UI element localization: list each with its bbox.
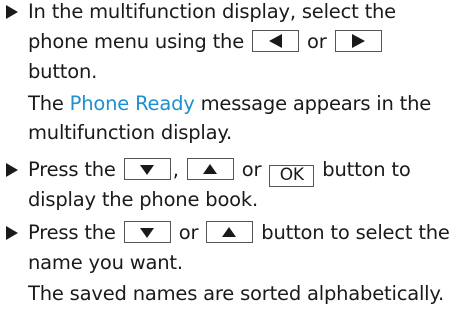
down-arrow-key-icon [123, 221, 171, 243]
instruction-page: In the multifunction display, select the… [0, 0, 463, 311]
bullet-triangle-icon [6, 5, 18, 19]
step-1-result-line-1: The Phone Ready message appears in the [28, 92, 431, 116]
step-text: display the phone book. [28, 188, 258, 211]
down-arrow-key-icon [123, 158, 171, 180]
step-text: or [241, 158, 262, 181]
step-2-line-1: Press the , or OK button to [28, 158, 411, 187]
step-text: In the multifunction display, select the [28, 0, 396, 23]
bullet-triangle-icon [6, 163, 18, 177]
result-text: The saved names are sorted alphabeticall… [28, 282, 444, 305]
step-text: or [307, 30, 327, 53]
right-arrow-key-icon [334, 30, 382, 52]
step-text: Press the [28, 158, 116, 181]
up-arrow-key-icon [186, 158, 234, 180]
step-text: phone menu using the [28, 30, 245, 53]
step-text: Press the [28, 221, 116, 244]
ok-key-icon: OK [269, 165, 315, 187]
display-message: Phone Ready [69, 92, 195, 115]
result-text: The [28, 92, 64, 115]
step-3-result-line-1: The saved names are sorted alphabeticall… [28, 282, 444, 306]
step-text: button. [28, 60, 98, 83]
step-text: or [178, 221, 199, 244]
left-arrow-key-icon [252, 30, 300, 52]
step-text: button to select the [261, 221, 450, 244]
bullet-triangle-icon [6, 226, 18, 240]
step-text: , [172, 158, 179, 181]
step-1-line-2: phone menu using the or [28, 30, 384, 54]
step-3-line-1: Press the or button to select the [28, 221, 450, 245]
result-text: multifunction display. [28, 121, 232, 144]
step-1-line-1: In the multifunction display, select the [28, 0, 396, 24]
up-arrow-key-icon [206, 221, 254, 243]
result-text: message appears in the [200, 92, 432, 115]
step-1-result-line-2: multifunction display. [28, 121, 232, 145]
step-1-line-3: button. [28, 60, 97, 84]
step-text: name you want. [28, 251, 183, 274]
step-text: button to [322, 158, 411, 181]
step-2-line-2: display the phone book. [28, 188, 258, 212]
step-3-line-2: name you want. [28, 251, 183, 275]
